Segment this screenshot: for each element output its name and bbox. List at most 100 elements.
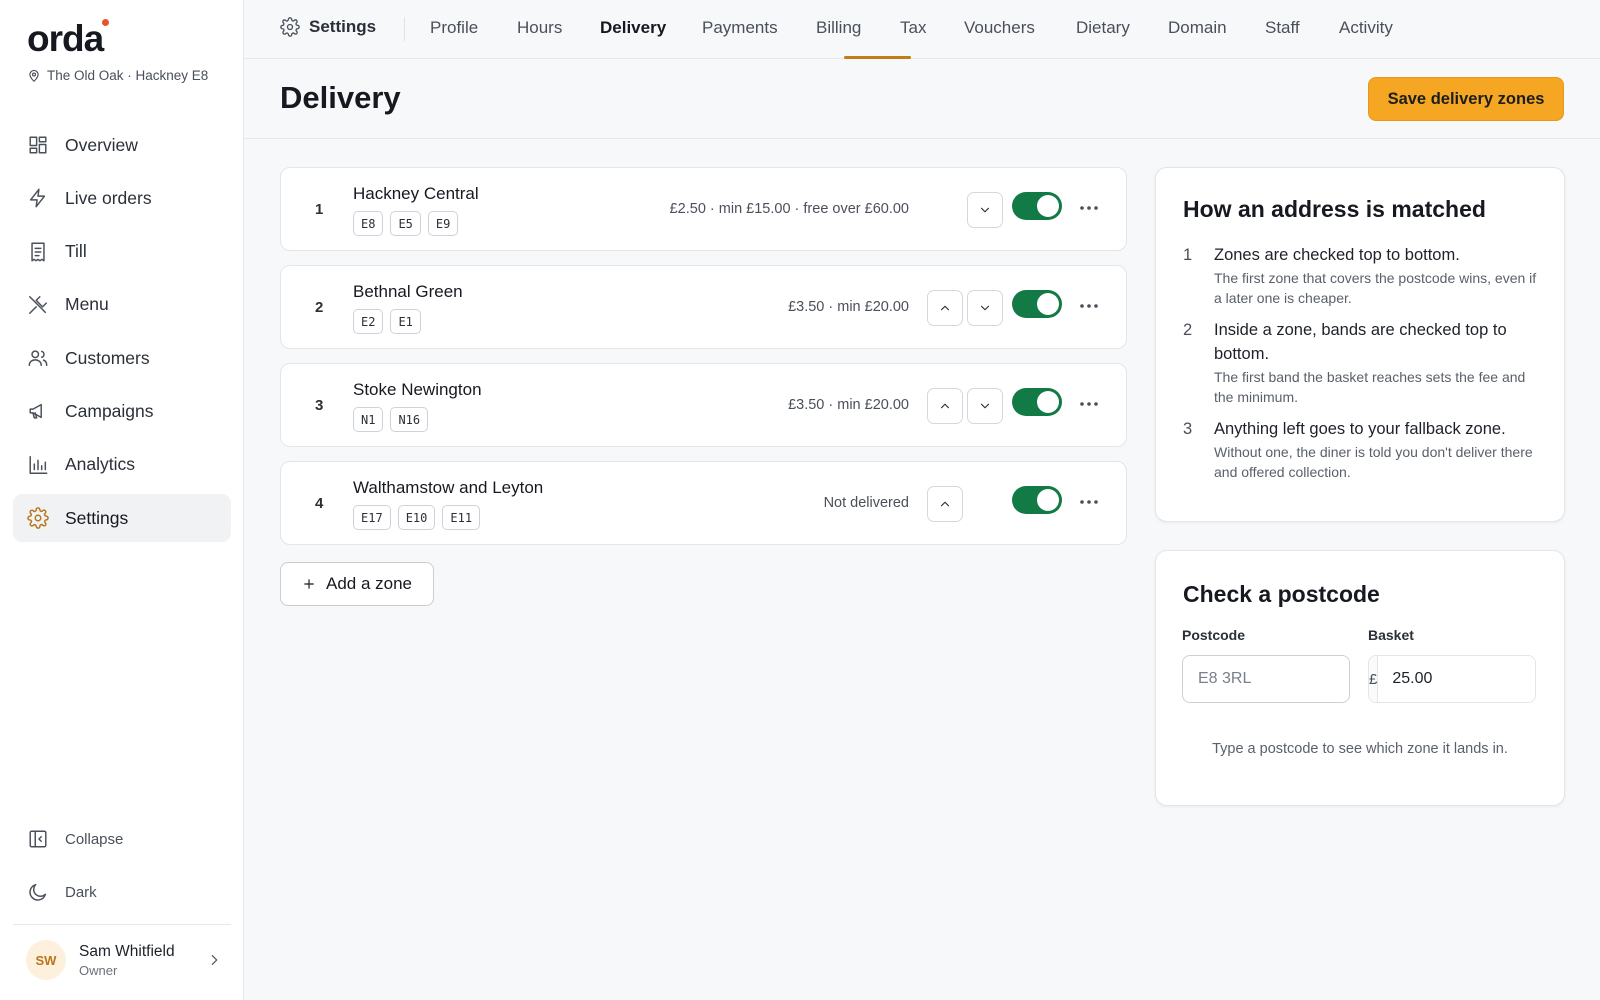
zone-name[interactable]: Stoke Newington <box>353 380 482 400</box>
postcode-chip: E2 <box>353 309 384 334</box>
postcode-chips: E17 E10 E11 <box>353 505 481 530</box>
sidebar-item-campaigns[interactable]: Campaigns <box>13 387 231 435</box>
zone-row: 3 Stoke Newington N1 N16 £3.50 · min £20… <box>280 363 1127 447</box>
sidebar-item-menu[interactable]: Menu <box>13 281 231 329</box>
receipt-icon <box>31 242 45 262</box>
active-tab-indicator <box>844 56 911 59</box>
sidebar-item-label: Till <box>65 241 87 262</box>
zone-row: 4 Walthamstow and Leyton E17 E10 E11 Not… <box>280 461 1127 545</box>
page-title: Delivery <box>280 80 401 115</box>
currency-prefix: £ <box>1369 656 1379 702</box>
zone-more-button[interactable] <box>1077 196 1101 220</box>
tab-profile[interactable]: Profile <box>430 18 478 38</box>
postcode-input[interactable] <box>1182 655 1350 703</box>
utensils-icon <box>29 295 47 314</box>
matching-steps: 1 Zones are checked top to bottom. The f… <box>1183 246 1543 495</box>
check-postcode-title: Check a postcode <box>1183 581 1380 607</box>
zone-pricing: £3.50 · min £20.00 <box>788 397 909 413</box>
chart-icon <box>29 455 48 474</box>
dark-mode-button[interactable]: Dark <box>13 872 231 912</box>
zone-enabled-toggle[interactable] <box>1012 290 1062 318</box>
step-description: The first band the basket reaches sets t… <box>1214 369 1526 405</box>
zone-more-button[interactable] <box>1077 490 1101 514</box>
zone-number: 2 <box>315 299 324 316</box>
basket-input[interactable] <box>1378 656 1535 702</box>
zone-more-button[interactable] <box>1077 392 1101 416</box>
tab-delivery[interactable]: Delivery <box>600 18 666 38</box>
tab-payments[interactable]: Payments <box>702 18 778 38</box>
tab-staff[interactable]: Staff <box>1265 18 1300 38</box>
zone-pricing: £2.50 · min £15.00 · free over £60.00 <box>669 201 909 217</box>
sidebar-item-customers[interactable]: Customers <box>13 334 231 382</box>
user-name: Sam Whitfield <box>79 942 175 960</box>
postcode-chip: E9 <box>427 211 459 236</box>
move-up-button[interactable] <box>927 486 963 522</box>
sidebar-item-live-orders[interactable]: Live orders <box>13 174 231 222</box>
move-down-button[interactable] <box>967 192 1003 228</box>
zone-enabled-toggle[interactable] <box>1012 388 1062 416</box>
zone-name[interactable]: Bethnal Green <box>353 282 463 302</box>
zone-name[interactable]: Walthamstow and Leyton <box>353 478 543 498</box>
postcode-chips: N1 N16 <box>353 407 429 432</box>
chevron-up-icon <box>940 305 950 311</box>
sidebar: orda The Old Oak · Hackney E8 Overview L… <box>0 0 244 1000</box>
move-up-button[interactable] <box>927 290 963 326</box>
postcode-chips: E8 E5 E9 <box>353 211 459 236</box>
postcode-chip: E10 <box>397 505 436 530</box>
collapse-label: Collapse <box>65 830 124 848</box>
move-up-button[interactable] <box>927 388 963 424</box>
tab-dietary[interactable]: Dietary <box>1076 18 1130 38</box>
matching-rules-card: How an address is matched 1 Zones are ch… <box>1155 167 1565 522</box>
sidebar-item-overview[interactable]: Overview <box>13 121 231 169</box>
tab-vouchers[interactable]: Vouchers <box>964 18 1035 38</box>
collapse-button[interactable]: Collapse <box>13 819 231 859</box>
avatar: SW <box>26 940 66 980</box>
postcode-chip: E1 <box>390 309 421 334</box>
plus-icon <box>304 579 314 589</box>
sidebar-item-label: Settings <box>65 507 129 528</box>
postcode-chip: E17 <box>353 505 391 530</box>
settings-section-text: Settings <box>309 17 377 36</box>
settings-tabs: Settings Profile Hours Delivery Payments… <box>244 0 1600 59</box>
zone-enabled-toggle[interactable] <box>1012 192 1062 220</box>
postcode-chips: E2 E1 <box>353 309 421 334</box>
move-down-button[interactable] <box>967 388 1003 424</box>
tab-tax[interactable]: Tax <box>900 18 926 38</box>
bolt-icon <box>29 188 46 208</box>
chevron-up-icon <box>940 403 950 409</box>
user-menu[interactable]: SW Sam Whitfield Owner <box>26 940 222 980</box>
save-delivery-zones-button[interactable]: Save delivery zones <box>1368 77 1564 121</box>
chevron-down-icon <box>980 305 990 311</box>
sidebar-item-label: Overview <box>65 134 138 155</box>
brand-logo[interactable]: orda <box>27 18 104 60</box>
matching-rules-title: How an address is matched <box>1183 196 1486 222</box>
venue-label: The Old Oak · Hackney E8 <box>27 68 208 83</box>
location-pin-icon <box>29 69 39 82</box>
postcode-chip: N1 <box>353 407 384 432</box>
sidebar-item-analytics[interactable]: Analytics <box>13 441 231 489</box>
add-zone-label: Add a zone <box>325 574 412 593</box>
matching-step: 3 Anything left goes to your fallback zo… <box>1183 420 1543 482</box>
more-horizontal-icon <box>1080 304 1098 308</box>
tab-activity[interactable]: Activity <box>1339 18 1393 38</box>
sidebar-item-label: Menu <box>65 294 109 315</box>
tab-separator <box>404 17 405 41</box>
basket-field: £ <box>1368 655 1536 703</box>
zone-more-button[interactable] <box>1077 294 1101 318</box>
megaphone-icon <box>29 404 42 420</box>
logo-dot <box>102 19 109 26</box>
tab-billing[interactable]: Billing <box>816 18 861 38</box>
sidebar-item-till[interactable]: Till <box>13 228 231 276</box>
matching-step: 1 Zones are checked top to bottom. The f… <box>1183 246 1543 308</box>
sidebar-item-settings[interactable]: Settings <box>13 494 231 543</box>
move-down-button[interactable] <box>967 290 1003 326</box>
zone-name[interactable]: Hackney Central <box>353 184 479 204</box>
tab-domain[interactable]: Domain <box>1168 18 1227 38</box>
add-zone-button[interactable]: Add a zone <box>280 562 434 606</box>
tab-hours[interactable]: Hours <box>517 18 562 38</box>
zone-enabled-toggle[interactable] <box>1012 486 1062 514</box>
sidebar-item-label: Analytics <box>65 454 136 475</box>
header-divider <box>244 138 1600 139</box>
matching-step: 2 Inside a zone, bands are checked top t… <box>1183 321 1543 407</box>
chevron-up-icon <box>940 501 950 507</box>
